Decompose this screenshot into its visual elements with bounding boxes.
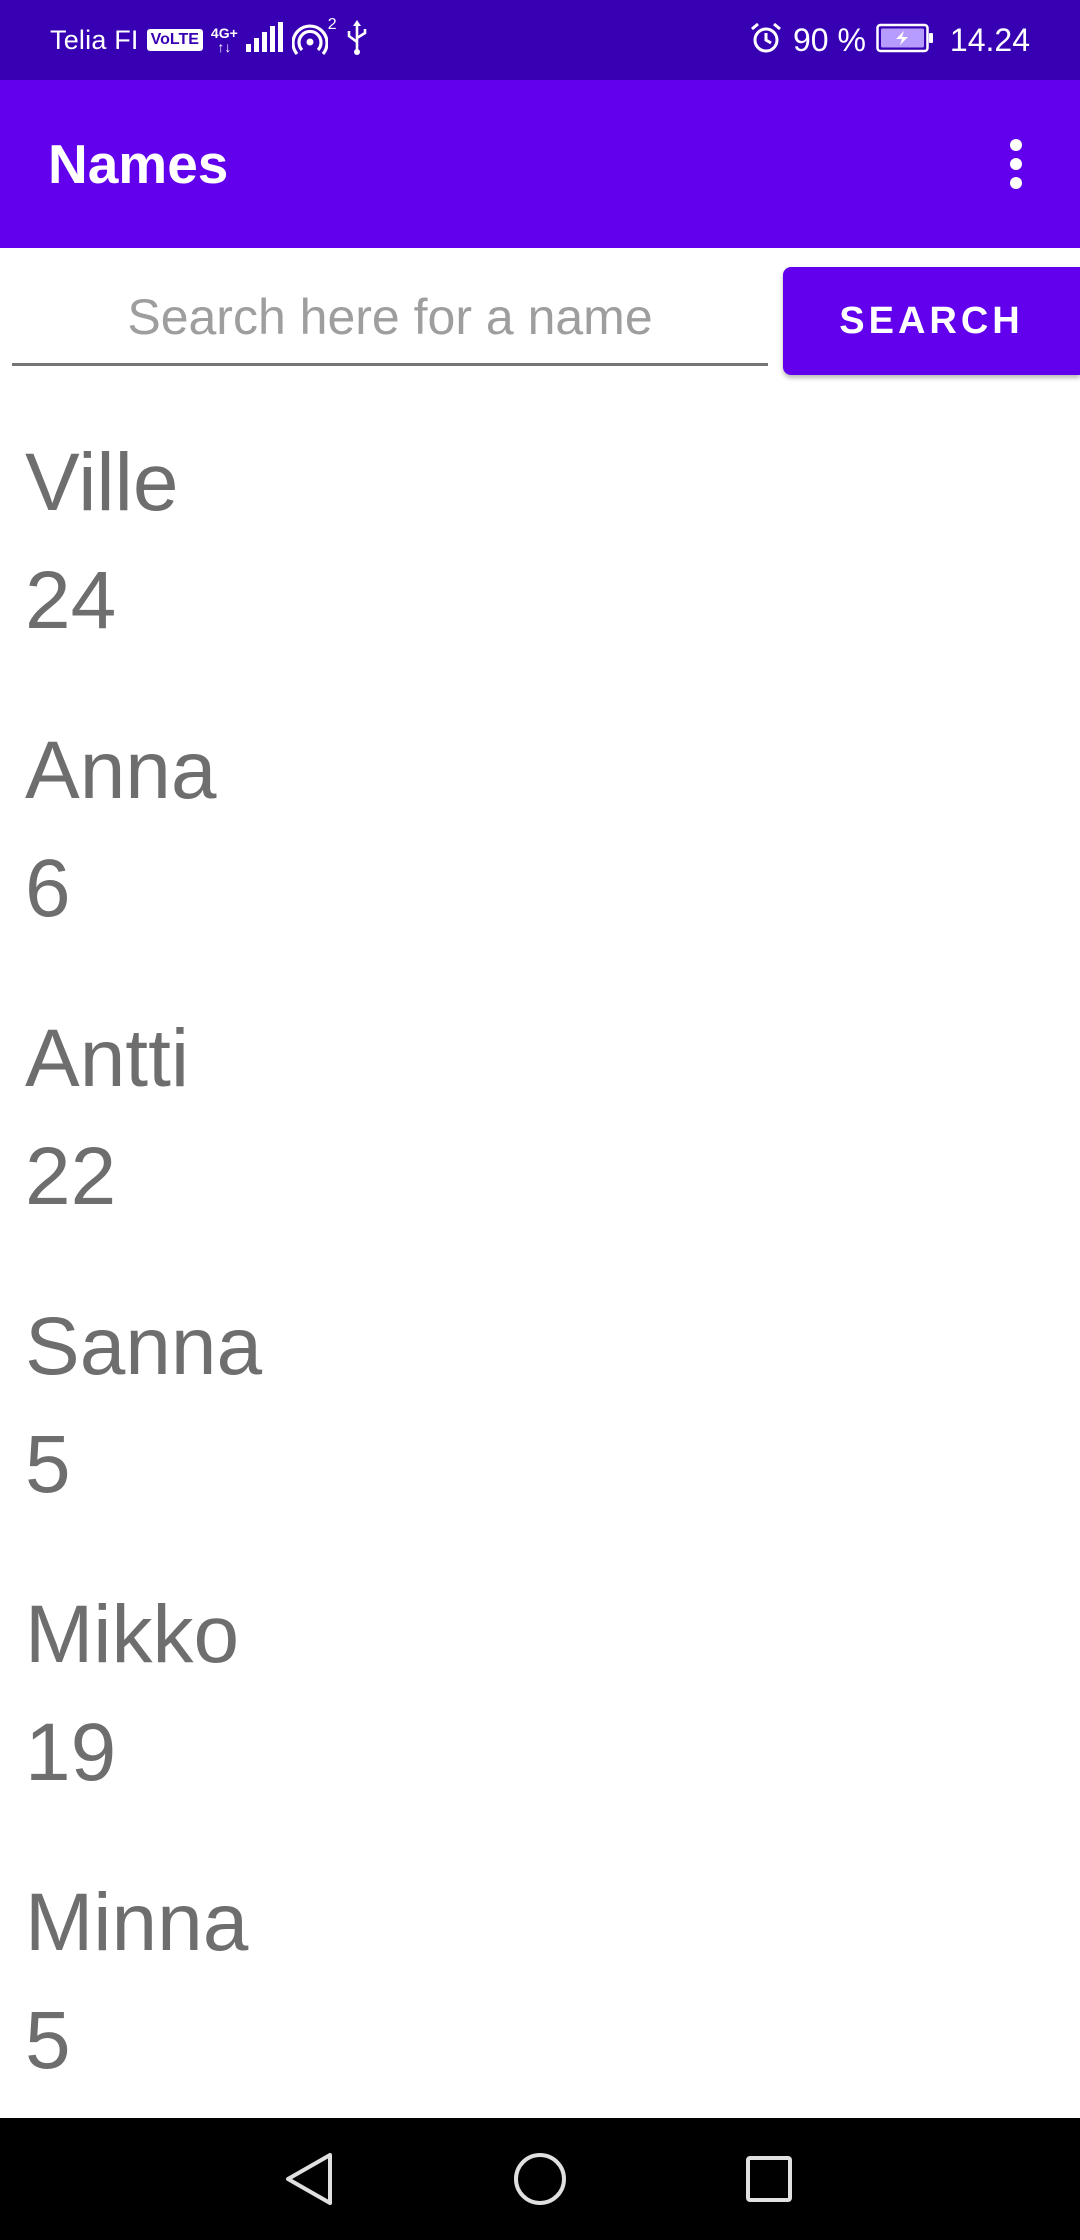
status-bar: Telia FI VoLTE 4G+ ↑↓ 2 90 % 14.24 xyxy=(0,0,1080,80)
item-count: 24 xyxy=(25,555,117,646)
network-activity-arrows: ↑↓ xyxy=(217,39,232,55)
item-name: Sanna xyxy=(25,1301,263,1392)
list-item[interactable]: Ville 24 xyxy=(0,400,1080,688)
list-item[interactable]: Antti 22 xyxy=(0,976,1080,1264)
home-icon xyxy=(514,2153,566,2205)
list-item[interactable]: Anna 6 xyxy=(0,688,1080,976)
back-button[interactable] xyxy=(249,2118,369,2240)
network-type: 4G+ ↑↓ xyxy=(211,26,238,54)
list-item[interactable]: Sanna 5 xyxy=(0,1264,1080,1552)
app-screen: Telia FI VoLTE 4G+ ↑↓ 2 90 % 14.24 Names… xyxy=(0,0,1080,2240)
search-input[interactable] xyxy=(12,270,768,363)
signal-icon xyxy=(245,21,284,59)
item-count: 19 xyxy=(25,1707,117,1798)
home-button[interactable] xyxy=(480,2118,600,2240)
usb-icon xyxy=(345,19,369,61)
hotspot-count: 2 xyxy=(327,16,337,33)
battery-percent: 90 % xyxy=(792,21,866,58)
search-field xyxy=(12,270,768,366)
item-name: Mikko xyxy=(25,1589,240,1680)
item-count: 5 xyxy=(25,1419,71,1510)
more-options-button[interactable] xyxy=(976,124,1056,204)
item-name: Minna xyxy=(25,1877,249,1968)
more-vert-icon xyxy=(1010,139,1022,189)
recents-icon xyxy=(746,2156,792,2202)
item-count: 22 xyxy=(25,1131,117,1222)
navigation-bar xyxy=(0,2118,1080,2240)
names-list[interactable]: Ville 24 Anna 6 Antti 22 Sanna 5 Mikko 1… xyxy=(0,400,1080,2118)
item-name: Antti xyxy=(25,1013,190,1104)
list-item[interactable]: Minna 5 xyxy=(0,1840,1080,2118)
status-left-group: Telia FI VoLTE 4G+ ↑↓ 2 xyxy=(50,0,369,80)
recents-button[interactable] xyxy=(709,2118,829,2240)
clock: 14.24 xyxy=(949,21,1030,58)
app-title: Names xyxy=(48,133,229,195)
volte-badge: VoLTE xyxy=(146,29,203,51)
back-icon xyxy=(286,2153,332,2205)
search-button[interactable]: SEARCH xyxy=(783,267,1080,375)
hotspot-icon: 2 xyxy=(291,16,337,58)
alarm-icon xyxy=(749,21,783,60)
search-row: SEARCH xyxy=(0,248,1080,398)
network-type-label: 4G+ xyxy=(210,25,238,41)
item-count: 6 xyxy=(25,843,71,934)
item-name: Anna xyxy=(25,725,217,816)
item-name: Ville xyxy=(25,437,179,528)
item-count: 5 xyxy=(25,1995,71,2086)
list-item[interactable]: Mikko 19 xyxy=(0,1552,1080,1840)
battery-charging-icon xyxy=(876,23,934,58)
carrier-name: Telia FI xyxy=(50,24,139,55)
app-bar: Names xyxy=(0,80,1080,248)
status-right-group: 90 % 14.24 xyxy=(749,0,1030,80)
